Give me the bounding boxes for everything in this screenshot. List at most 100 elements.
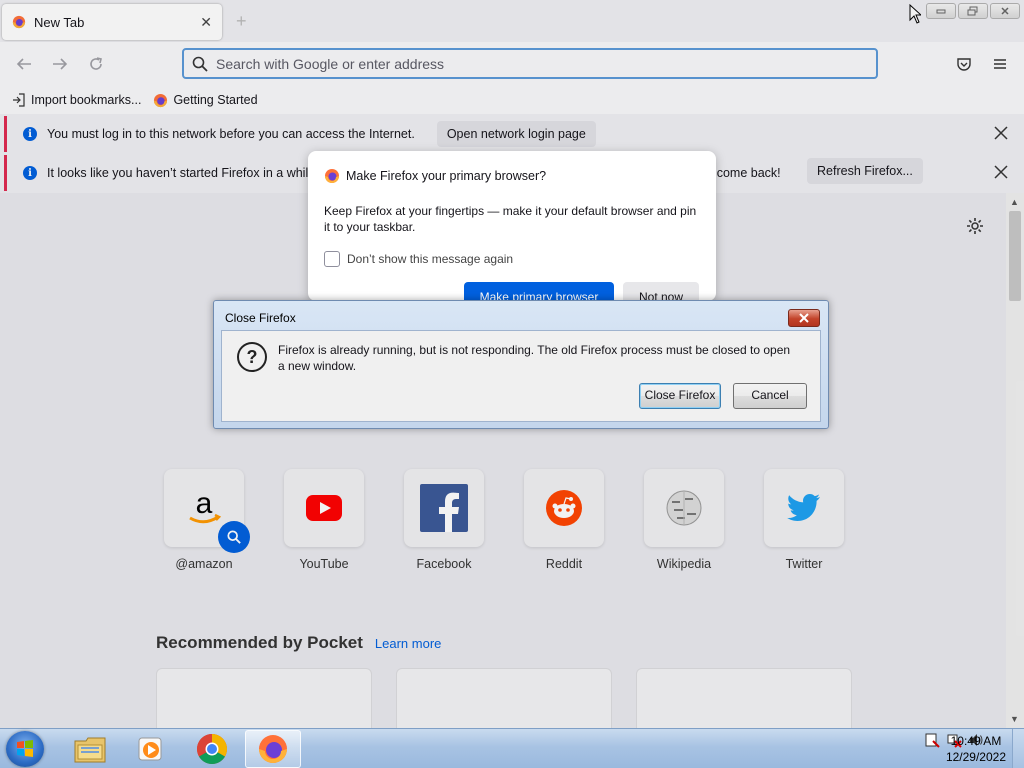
close-notification-icon[interactable] — [994, 124, 1008, 145]
dont-show-again-checkbox[interactable]: Don’t show this message again — [324, 251, 513, 267]
tab-strip: New Tab ✕ + — [0, 0, 1024, 42]
close-firefox-dialog: Close Firefox ? Firefox is already runni… — [213, 300, 829, 429]
tab-title: New Tab — [34, 14, 85, 30]
back-arrow-icon — [16, 58, 31, 70]
show-desktop-button[interactable] — [1012, 729, 1024, 768]
top-site-label: @amazon — [175, 557, 233, 571]
notification-text-trailing: elcome back! — [707, 166, 781, 180]
close-firefox-button[interactable]: Close Firefox — [639, 383, 721, 409]
dialog-title: Close Firefox — [225, 311, 296, 325]
cancel-button[interactable]: Cancel — [733, 383, 807, 409]
clock-date: 12/29/2022 — [945, 750, 1006, 764]
new-tab-button[interactable]: + — [236, 11, 247, 32]
taskbar-file-explorer[interactable] — [62, 730, 118, 768]
pocket-icon — [957, 58, 971, 71]
navigation-toolbar — [0, 42, 1024, 86]
close-notification-icon[interactable] — [994, 163, 1008, 184]
close-dialog-button[interactable] — [788, 309, 820, 327]
app-menu-button[interactable] — [990, 54, 1010, 74]
back-button[interactable] — [14, 54, 34, 74]
bookmarks-toolbar: Import bookmarks... Getting Started — [0, 86, 1024, 114]
close-tab-icon[interactable]: ✕ — [200, 14, 212, 31]
windows-logo-icon — [17, 740, 33, 757]
firefox-icon — [12, 15, 26, 29]
address-input[interactable] — [216, 55, 856, 72]
taskbar-media-player[interactable] — [122, 730, 178, 768]
top-site-youtube[interactable]: YouTube — [284, 469, 364, 571]
reload-button[interactable] — [86, 54, 106, 74]
restore-button[interactable] — [958, 3, 988, 19]
checkbox-box[interactable] — [324, 251, 340, 267]
top-site-reddit[interactable]: Reddit — [524, 469, 604, 571]
reload-icon — [90, 57, 102, 70]
top-site-label: Facebook — [416, 557, 472, 571]
clock-time: 10:49 AM — [950, 734, 1002, 748]
scroll-down-icon[interactable]: ▼ — [1010, 714, 1019, 724]
taskbar-firefox[interactable] — [245, 730, 301, 768]
action-center-icon[interactable] — [924, 732, 940, 748]
pocket-card[interactable] — [396, 668, 612, 728]
bookmark-import[interactable]: Import bookmarks... — [12, 93, 141, 107]
facebook-icon — [420, 484, 468, 532]
start-button[interactable] — [6, 731, 44, 767]
gear-icon[interactable] — [966, 217, 984, 240]
dialog-body: Keep Firefox at your fingertips — make i… — [324, 204, 697, 234]
bookmark-getting-started[interactable]: Getting Started — [153, 93, 258, 108]
top-site-amazon[interactable]: a @amazon — [164, 469, 250, 571]
pocket-card[interactable] — [636, 668, 852, 728]
top-site-label: YouTube — [299, 557, 349, 571]
close-window-button[interactable] — [990, 3, 1020, 19]
minimize-icon — [936, 9, 946, 14]
taskbar-chrome[interactable] — [184, 730, 240, 768]
search-icon — [218, 521, 250, 553]
make-primary-browser-dialog: Make Firefox your primary browser? Keep … — [308, 151, 716, 301]
scrollbar-thumb[interactable] — [1009, 211, 1021, 301]
make-primary-browser-button[interactable]: Make primary browser — [464, 282, 614, 301]
address-bar[interactable] — [182, 48, 878, 79]
top-sites: a @amazon YouTube Facebook Reddit Wikipe… — [164, 469, 844, 571]
pocket-cards — [156, 668, 852, 728]
tab-new-tab[interactable]: New Tab ✕ — [2, 4, 222, 40]
hamburger-menu-icon — [994, 59, 1006, 69]
close-icon — [1001, 7, 1009, 15]
reddit-icon — [546, 490, 582, 526]
info-icon: i — [23, 166, 37, 180]
network-login-notification: i You must log in to this network before… — [4, 116, 1020, 152]
pocket-heading: Recommended by Pocket — [156, 633, 363, 652]
bookmark-label: Getting Started — [173, 93, 258, 107]
refresh-firefox-button[interactable]: Refresh Firefox... — [807, 158, 923, 184]
question-icon: ? — [237, 342, 267, 372]
info-icon: i — [23, 127, 37, 141]
pocket-button[interactable] — [954, 54, 974, 74]
checkbox-label: Don’t show this message again — [347, 252, 514, 266]
notification-text: It looks like you haven’t started Firefo… — [47, 166, 332, 180]
top-site-twitter[interactable]: Twitter — [764, 469, 844, 571]
minimize-button[interactable] — [926, 3, 956, 19]
chrome-icon — [196, 734, 228, 765]
dialog-body: ? Firefox is already running, but is not… — [221, 330, 821, 422]
search-icon — [192, 56, 208, 72]
import-icon — [13, 93, 25, 107]
pocket-section-header: Recommended by Pocket Learn more — [156, 633, 441, 653]
firefox-icon — [325, 169, 339, 183]
top-site-label: Twitter — [785, 557, 823, 571]
forward-button[interactable] — [50, 54, 70, 74]
open-network-login-button[interactable]: Open network login page — [436, 121, 596, 147]
amazon-icon: a — [189, 487, 222, 524]
close-icon — [799, 313, 809, 323]
learn-more-link[interactable]: Learn more — [375, 636, 441, 651]
not-now-button[interactable]: Not now — [623, 282, 699, 301]
scroll-up-icon[interactable]: ▲ — [1010, 197, 1019, 207]
wikipedia-icon — [666, 490, 702, 526]
clock[interactable]: 10:49 AM 12/29/2022 — [946, 733, 1006, 765]
top-site-wikipedia[interactable]: Wikipedia — [644, 469, 724, 571]
top-site-facebook[interactable]: Facebook — [404, 469, 484, 571]
dialog-message: Firefox is already running, but is not r… — [278, 343, 791, 373]
top-site-label: Reddit — [545, 557, 583, 571]
top-site-label: Wikipedia — [656, 557, 712, 571]
firefox-icon — [154, 93, 168, 107]
firefox-icon — [259, 735, 287, 763]
pocket-card[interactable] — [156, 668, 372, 728]
forward-arrow-icon — [53, 58, 68, 70]
vertical-scrollbar[interactable]: ▲ ▼ — [1006, 193, 1024, 728]
